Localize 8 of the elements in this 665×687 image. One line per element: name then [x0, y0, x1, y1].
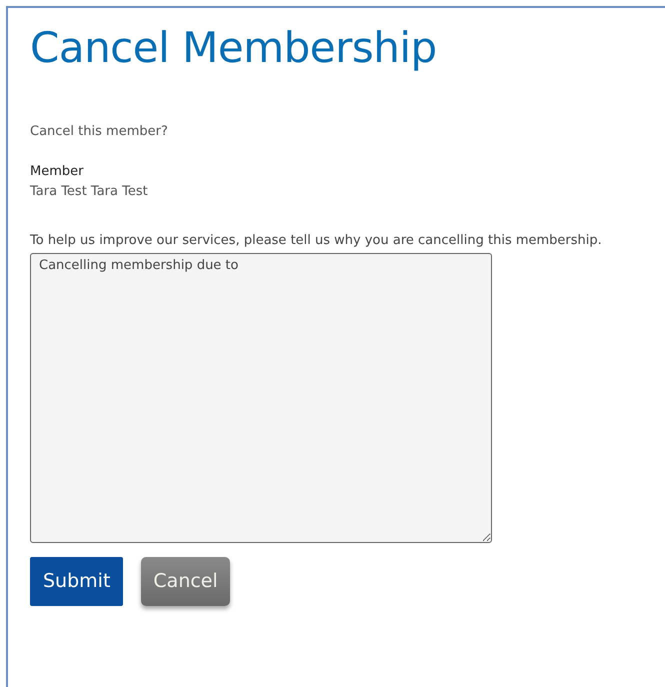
submit-button[interactable]: Submit [30, 556, 124, 606]
member-label: Member [30, 162, 84, 180]
member-name: Tara Test Tara Test [30, 183, 149, 201]
reason-prompt: To help us improve our services, please tell us why you are cancelling this membership. [30, 232, 603, 250]
confirm-question: Cancel this member? [30, 123, 169, 141]
reason-field[interactable]: Cancelling membership due to [30, 252, 492, 542]
page-title: Cancel Membership [30, 22, 438, 74]
cancel-button[interactable]: Cancel [141, 556, 230, 606]
